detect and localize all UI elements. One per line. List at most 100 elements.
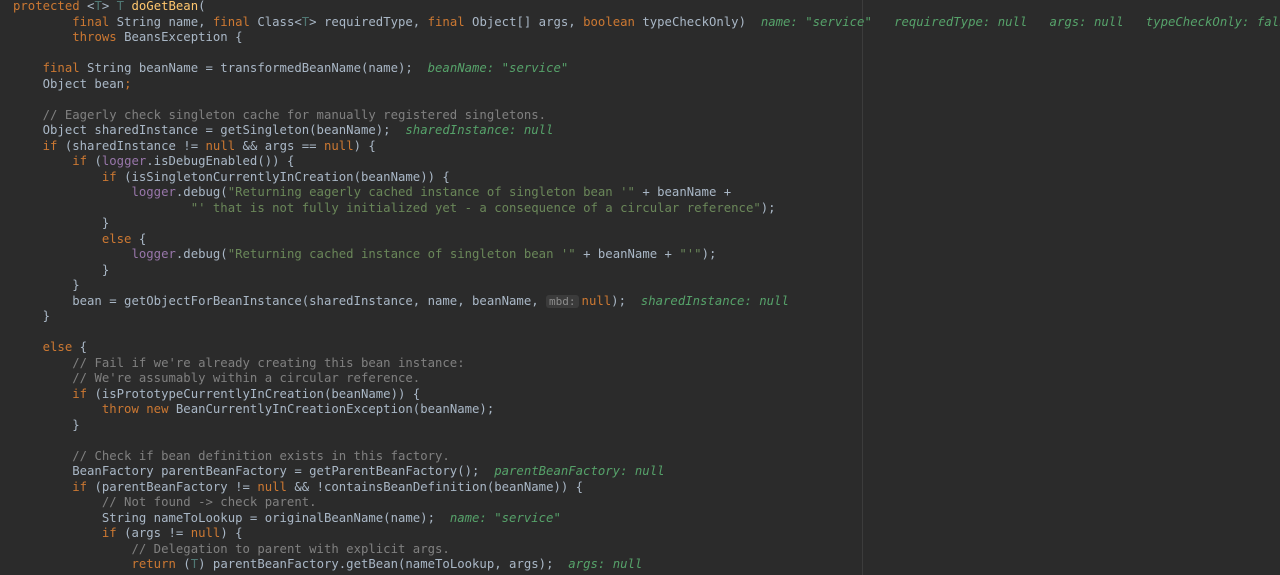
- code-line[interactable]: if (sharedInstance != null && args == nu…: [13, 139, 1280, 155]
- code-line[interactable]: if (parentBeanFactory != null && !contai…: [13, 480, 1280, 496]
- code-line[interactable]: }: [13, 263, 1280, 279]
- code-line[interactable]: // Fail if we're already creating this b…: [13, 356, 1280, 372]
- code-line[interactable]: logger.debug("Returning eagerly cached i…: [13, 185, 1280, 201]
- inline-debug-value: beanName: "service": [427, 61, 569, 75]
- code-line[interactable]: // We're assumably within a circular ref…: [13, 371, 1280, 387]
- code-line[interactable]: if (logger.isDebugEnabled()) {: [13, 154, 1280, 170]
- code-line[interactable]: // Delegation to parent with explicit ar…: [13, 542, 1280, 558]
- code-token: .isDebugEnabled()) {: [146, 154, 295, 168]
- inline-debug-value: args: null: [568, 557, 643, 571]
- code-line[interactable]: Object bean;: [13, 77, 1280, 93]
- code-token: (parentBeanFactory !=: [94, 479, 258, 494]
- keyword-token: final: [42, 61, 88, 75]
- code-token: BeanFactory parentBeanFactory = getParen…: [13, 464, 495, 478]
- code-token: Object[] args,: [472, 14, 584, 29]
- code-comment: // Not found -> check parent.: [101, 495, 317, 509]
- code-line[interactable]: logger.debug("Returning cached instance …: [13, 247, 1280, 263]
- keyword-token: null: [190, 526, 221, 540]
- code-line[interactable]: throw new BeanCurrentlyInCreationExcepti…: [13, 402, 1280, 418]
- keyword-token: else: [42, 340, 80, 354]
- code-comment: // Delegation to parent with explicit ar…: [131, 541, 450, 556]
- keyword-token: throw new: [101, 402, 176, 416]
- code-token: String nameToLookup = originalBeanName(n…: [13, 510, 450, 525]
- keyword-token: ;: [124, 76, 132, 91]
- keyword-token: else: [101, 231, 139, 246]
- code-line[interactable]: [13, 92, 1280, 108]
- keyword-token: final: [212, 14, 258, 29]
- code-line[interactable]: [13, 433, 1280, 449]
- code-line[interactable]: }: [13, 278, 1280, 294]
- code-token: typeCheckOnly): [642, 14, 761, 29]
- code-editor[interactable]: protected <T> T doGetBean( final String …: [0, 0, 1280, 575]
- code-comment: // Check if bean definition exists in th…: [72, 448, 450, 463]
- code-token: BeanCurrentlyInCreationException(beanNam…: [175, 402, 495, 416]
- string-literal: "'": [679, 247, 702, 261]
- code-line[interactable]: // Eagerly check singleton cache for man…: [13, 108, 1280, 124]
- keyword-token: if: [72, 386, 95, 401]
- code-token: bean = getObjectForBeanInstance(sharedIn…: [13, 293, 547, 308]
- code-line[interactable]: else {: [13, 340, 1280, 356]
- inline-debug-value: sharedInstance: null: [640, 293, 789, 308]
- keyword-token: if: [101, 169, 125, 184]
- code-area[interactable]: protected <T> T doGetBean( final String …: [13, 0, 1280, 573]
- parameter-name-hint: mbd:: [546, 294, 579, 308]
- code-line[interactable]: else {: [13, 232, 1280, 248]
- code-line[interactable]: throws BeansException {: [13, 30, 1280, 46]
- code-line[interactable]: String nameToLookup = originalBeanName(n…: [13, 511, 1280, 527]
- code-line[interactable]: [13, 46, 1280, 62]
- code-token: (: [198, 0, 206, 13]
- code-line[interactable]: if (args != null) {: [13, 526, 1280, 542]
- code-line[interactable]: }: [13, 216, 1280, 232]
- keyword-token: null: [581, 293, 612, 308]
- code-token: && args ==: [242, 138, 324, 153]
- code-token: (sharedInstance !=: [64, 138, 206, 153]
- code-line[interactable]: bean = getObjectForBeanInstance(sharedIn…: [13, 294, 1280, 310]
- keyword-token: boolean: [583, 14, 643, 29]
- inline-debug-value: parentBeanFactory: null: [494, 464, 665, 478]
- code-token: (: [94, 154, 102, 168]
- keyword-token: if: [72, 479, 95, 494]
- code-token: .debug(: [175, 185, 228, 199]
- code-line[interactable]: final String name, final Class<T> requir…: [13, 15, 1280, 31]
- code-line[interactable]: }: [13, 309, 1280, 325]
- code-token: + beanName +: [583, 247, 680, 261]
- code-line[interactable]: return (T) parentBeanFactory.getBean(nam…: [13, 557, 1280, 573]
- code-line[interactable]: }: [13, 418, 1280, 434]
- code-token: (args !=: [124, 526, 191, 540]
- code-line[interactable]: BeanFactory parentBeanFactory = getParen…: [13, 464, 1280, 480]
- type-param-token: T: [116, 0, 132, 13]
- code-token: (: [183, 557, 191, 571]
- code-line[interactable]: "' that is not fully initialized yet - a…: [13, 201, 1280, 217]
- code-line[interactable]: [13, 325, 1280, 341]
- code-token: Class<: [257, 14, 302, 29]
- code-token: {: [138, 231, 147, 246]
- code-line[interactable]: // Check if bean definition exists in th…: [13, 449, 1280, 465]
- string-literal: "Returning eagerly cached instance of si…: [227, 185, 643, 199]
- keyword-token: throws: [72, 30, 125, 44]
- code-line[interactable]: final String beanName = transformedBeanN…: [13, 61, 1280, 77]
- code-line[interactable]: // Not found -> check parent.: [13, 495, 1280, 511]
- code-line[interactable]: protected <T> T doGetBean(: [13, 0, 1280, 15]
- code-token: {: [79, 340, 88, 354]
- code-line[interactable]: Object sharedInstance = getSingleton(bea…: [13, 123, 1280, 139]
- code-comment: // Eagerly check singleton cache for man…: [42, 107, 547, 122]
- keyword-token: final: [427, 14, 473, 29]
- code-line[interactable]: if (isPrototypeCurrentlyInCreation(beanN…: [13, 387, 1280, 403]
- code-token: ) {: [353, 138, 376, 153]
- inline-debug-value: sharedInstance: null: [405, 123, 554, 137]
- code-line[interactable]: if (isSingletonCurrentlyInCreation(beanN…: [13, 170, 1280, 186]
- code-token: );: [611, 293, 641, 308]
